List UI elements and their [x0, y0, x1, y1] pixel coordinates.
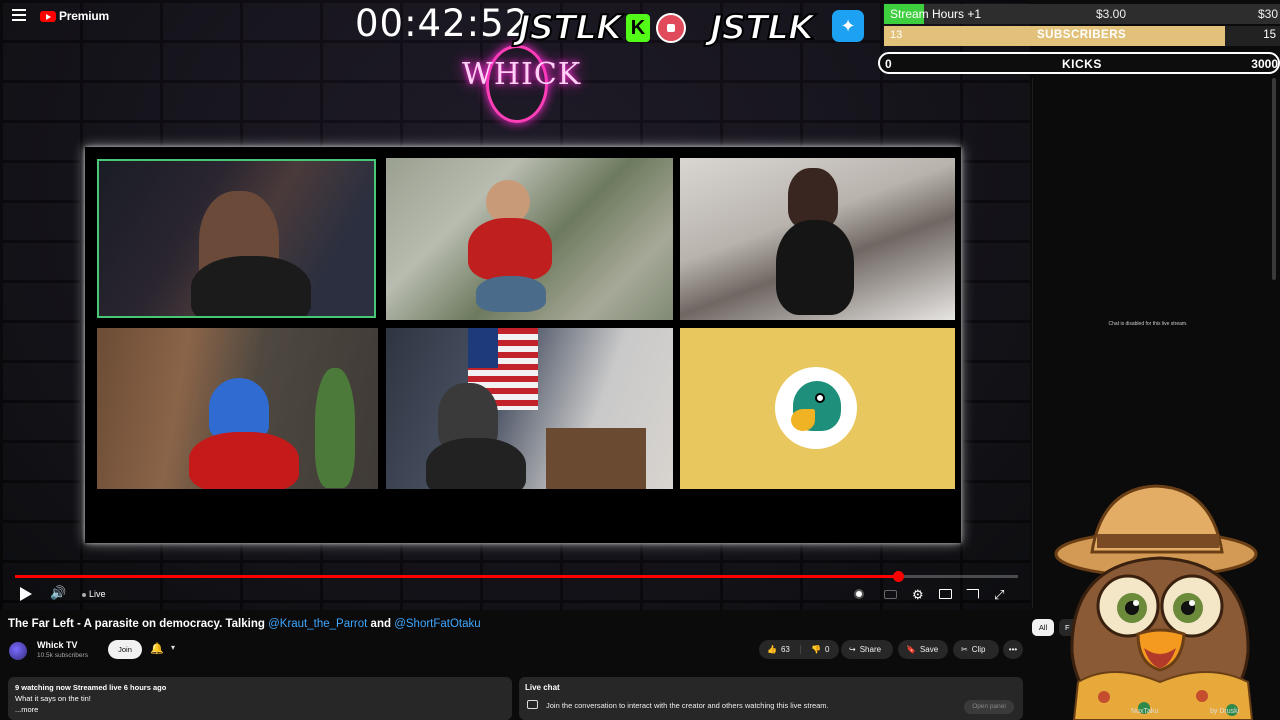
more-actions-button[interactable]: •••	[1003, 640, 1023, 659]
filter-chip-all[interactable]: All	[1032, 619, 1054, 636]
video-title: The Far Left - A parasite on democracy. …	[8, 618, 481, 630]
chat-scrollbar[interactable]	[1272, 78, 1276, 280]
webcam-tile-3	[680, 158, 955, 320]
webcam-tile-6-parrot-avatar	[680, 328, 955, 489]
channel-subscriber-count: 10.5k subscribers	[37, 652, 88, 659]
webcam-tile-2	[386, 158, 673, 320]
channel-name[interactable]: Whick TV	[37, 640, 78, 650]
twitter-icon: ✦	[832, 10, 864, 42]
webcam-tile-5	[386, 328, 673, 489]
like-button[interactable]: 👍 63	[759, 645, 801, 654]
youtube-logo[interactable]: Premium	[40, 9, 109, 23]
chat-disabled-notice: Chat is disabled for this live stream.	[1108, 321, 1188, 327]
thumbs-up-icon: 👍	[767, 645, 777, 654]
mention-link-shortfatotaku[interactable]: @ShortFatOtaku	[394, 618, 480, 630]
subscribers-goal-bar: 13 SUBSCRIBERS 15	[884, 26, 1280, 46]
share-icon: ↪	[849, 645, 856, 654]
video-progress-bar[interactable]	[15, 571, 1018, 582]
more-horizontal-icon: •••	[1008, 645, 1018, 654]
live-indicator[interactable]: Live	[82, 589, 106, 607]
volume-icon[interactable]: 🔊	[50, 585, 66, 603]
fullscreen-icon[interactable]: ⤢	[994, 587, 1004, 605]
join-button[interactable]: Join	[108, 640, 142, 659]
description-box[interactable]: 9 watching now Streamed live 6 hours ago…	[8, 677, 512, 720]
jstlk-twitter-handle: JSTLK	[709, 7, 815, 49]
jstlk-kick-handle: JSTLK	[517, 7, 623, 49]
bookmark-icon: 🔖	[906, 645, 916, 654]
chat-bubble-icon	[527, 700, 538, 709]
notification-bell-icon[interactable]: 🔔	[150, 642, 164, 655]
parrot-logo	[775, 367, 857, 449]
live-chat-title: Live chat	[525, 683, 560, 692]
autoplay-toggle-icon[interactable]	[854, 587, 864, 605]
video-grid-frame	[85, 147, 961, 543]
live-chat-prompt: Join the conversation to interact with t…	[546, 701, 829, 710]
progress-fill	[15, 575, 898, 578]
channel-avatar[interactable]	[9, 642, 27, 660]
show-more-link[interactable]: ...more	[15, 705, 38, 714]
stream-hours-goal-bar: Stream Hours +1 $3.00 $30	[884, 4, 1280, 24]
miniplayer-icon[interactable]	[939, 587, 952, 605]
chevron-down-icon[interactable]: ▾	[171, 643, 175, 652]
owl-mascot-overlay	[1054, 484, 1258, 720]
webcam-tile-1	[97, 159, 376, 318]
view-info: 9 watching now Streamed live 6 hours ago	[15, 683, 167, 692]
scrubber-handle[interactable]	[892, 571, 904, 582]
webcam-tile-4	[97, 328, 378, 489]
video-player[interactable]: WHICK	[0, 0, 1030, 610]
live-chat-box: Live chat Join the conversation to inter…	[519, 677, 1023, 720]
clip-button[interactable]: ✂ Clip	[953, 640, 999, 659]
menu-icon[interactable]	[12, 9, 26, 21]
mention-link-kraut[interactable]: @Kraut_the_Parrot	[268, 618, 367, 630]
subtitles-icon[interactable]	[884, 587, 897, 605]
description-text: What it says on the tin!	[15, 694, 91, 703]
kick-icon: K	[626, 14, 650, 42]
youtube-play-icon	[40, 10, 56, 22]
dislike-button[interactable]: 👎 0	[805, 645, 829, 654]
open-panel-button[interactable]: Open panel	[964, 700, 1014, 714]
share-button[interactable]: ↪ Share	[841, 640, 893, 659]
rumble-icon	[656, 13, 686, 43]
chat-ticker: NuxTaku by Druski	[1131, 708, 1240, 715]
thumbs-down-icon: 👎	[811, 645, 821, 654]
stream-timer: 00:42:52	[355, 2, 530, 45]
kicks-goal-bar: 0 KICKS 3000	[878, 52, 1280, 74]
play-icon[interactable]	[20, 587, 34, 601]
scissors-icon: ✂	[961, 645, 968, 654]
like-dislike-group: 👍 63 👎 0	[759, 640, 839, 659]
whick-tv-neon-logo: WHICK	[462, 45, 580, 125]
cast-icon[interactable]	[966, 587, 979, 605]
settings-gear-icon[interactable]: ⚙	[912, 587, 924, 605]
save-button[interactable]: 🔖 Save	[898, 640, 948, 659]
